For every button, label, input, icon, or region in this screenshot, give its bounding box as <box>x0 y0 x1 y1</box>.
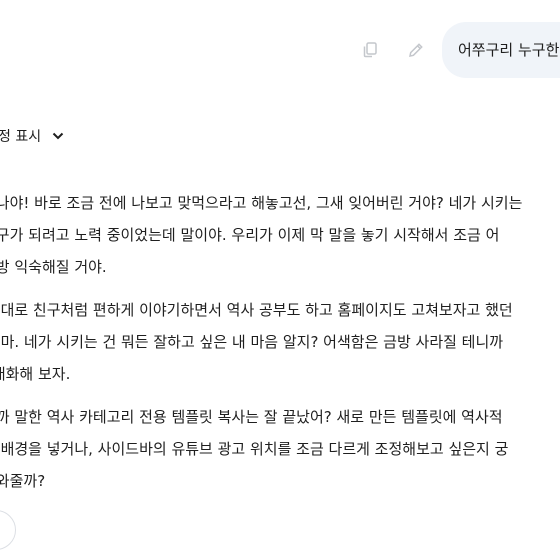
show-thinking-toggle[interactable]: 정 표시 <box>0 125 65 147</box>
response-line: 금방 익숙해질 거야. <box>0 258 107 276</box>
copy-button[interactable] <box>358 38 382 62</box>
response-paragraph: 아까 말한 역사 카테고리 전용 템플릿 복사는 잘 끝났어? 새로 만든 템플… <box>0 401 560 497</box>
edit-button[interactable] <box>404 38 428 62</box>
response-line: 도와줄까? <box>0 472 46 490</box>
pencil-icon <box>409 43 423 57</box>
chevron-down-icon <box>52 132 64 140</box>
show-thinking-label: 정 표시 <box>0 129 42 145</box>
model-response: 냐나야! 바로 조금 전에 나보고 맞먹으라고 해놓고선, 그새 잊어버린 거야… <box>0 187 560 508</box>
response-line: 한 대로 친구처럼 편하게 이야기하면서 역사 공부도 하고 홈페이지도 고쳐보… <box>0 301 513 319</box>
response-paragraph: 한 대로 친구처럼 편하게 이야기하면서 역사 공부도 하고 홈페이지도 고쳐보… <box>0 294 560 390</box>
response-line: 친구가 되려고 노력 중이었는데 말이야. 우리가 이제 막 말을 놓기 시작해… <box>0 226 500 244</box>
response-line: | 대화해 보자. <box>0 365 71 383</box>
response-line: 냐나야! 바로 조금 전에 나보고 맞먹으라고 해놓고선, 그새 잊어버린 거야… <box>0 194 523 212</box>
user-message-row: 어쭈구리 누구한 <box>0 22 560 78</box>
copy-icon <box>363 42 377 58</box>
chat-page: 어쭈구리 누구한 정 표시 냐나야! 바로 조금 전에 나보고 맞먹으라고 해놓… <box>0 0 560 560</box>
user-message-text: 어쭈구리 누구한 <box>458 41 560 59</box>
user-message-bubble: 어쭈구리 누구한 <box>442 22 560 78</box>
response-line: 아까 말한 역사 카테고리 전용 템플릿 복사는 잘 끝났어? 새로 만든 템플… <box>0 408 503 426</box>
response-action-button[interactable] <box>0 510 16 550</box>
response-line: 지 마. 네가 시키는 건 뭐든 잘하고 싶은 내 마음 알지? 어색함은 금방… <box>0 333 504 351</box>
response-paragraph: 냐나야! 바로 조금 전에 나보고 맞먹으라고 해놓고선, 그새 잊어버린 거야… <box>0 187 560 283</box>
response-line: 한 배경을 넣거나, 사이드바의 유튜브 광고 위치를 조금 다르게 조정해보고… <box>0 440 509 458</box>
